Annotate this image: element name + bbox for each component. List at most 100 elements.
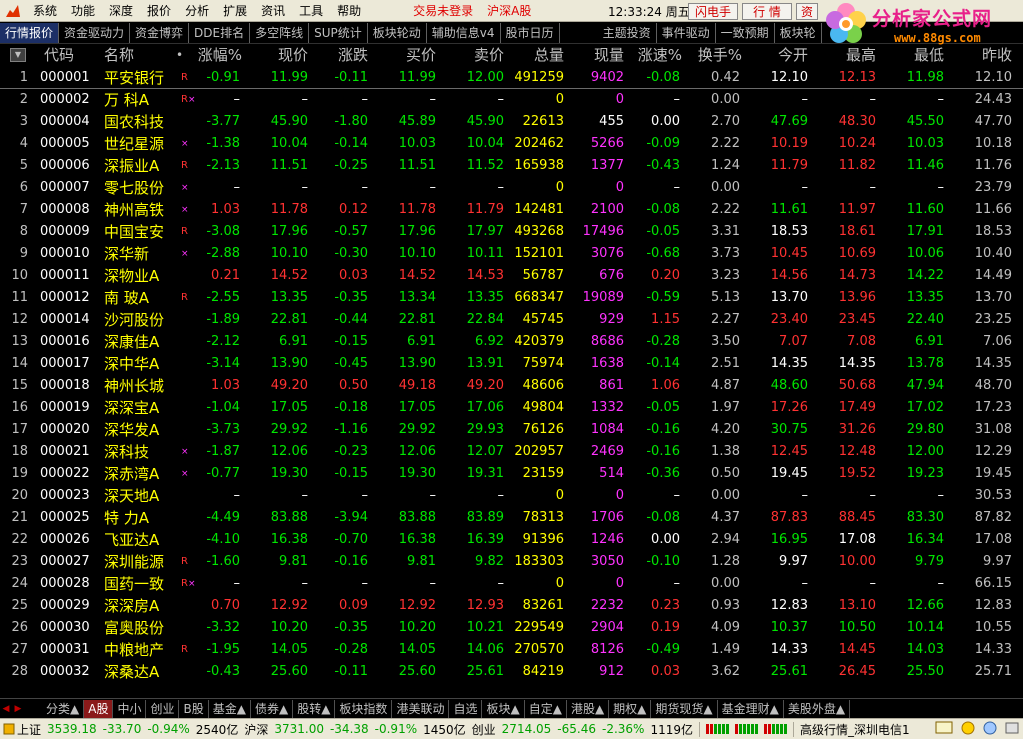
menu-tools[interactable]: 工具 [292,2,330,19]
cat-bond[interactable]: 债券▲ [251,699,294,718]
table-row[interactable]: 17 000020 深华发A -3.73 29.92 -1.16 29.92 29.93 761… [0,419,1023,441]
table-row[interactable]: 28 000032 深桑达A -0.43 25.60 -0.11 25.60 25.61 842… [0,661,1023,683]
cat-custom[interactable]: 自定▲ [525,699,567,718]
cat-a-shares[interactable]: A股 [84,699,114,718]
menu-system[interactable]: 系统 [26,2,64,19]
tab-sector-rotation-2[interactable]: 板块轮 [775,22,822,43]
tab-quotes[interactable]: 行情报价 [0,22,60,43]
cat-sme[interactable]: 中小 [113,699,147,718]
cat-options[interactable]: 期权▲ [609,699,652,718]
menu-depth[interactable]: 深度 [102,2,140,19]
alert-icon[interactable] [961,721,975,738]
table-row[interactable]: 24 000028 国药一致 R× – – – – –0 0–0.00– – –66.15 [0,573,1023,595]
cat-us-foreign[interactable]: 美股外盘▲ [784,699,851,718]
cat-futures[interactable]: 期货现货▲ [651,699,718,718]
sort-dropdown-icon[interactable]: ▼ [10,48,26,62]
cat-sector-index[interactable]: 板块指数 [335,699,393,718]
header-current-volume[interactable]: 现量 [570,44,624,67]
table-row[interactable]: 2 000002 万 科A R× – – – – –0 0–0.00– – –24.43 [0,89,1023,111]
table-row[interactable]: 23 000027 深圳能源 R -1.60 9.81 -0.16 9.81 9.82 18330… [0,551,1023,573]
cat-fund-finance[interactable]: 基金理财▲ [718,699,784,718]
market-selector[interactable]: 沪深A股 [480,2,538,19]
table-row[interactable]: 13 000016 深康佳A -2.12 6.91 -0.15 6.91 6.92 420379… [0,331,1023,353]
table-row[interactable]: 16 000019 深深宝A -1.04 17.05 -0.18 17.05 17.06 498… [0,397,1023,419]
tab-theme-invest[interactable]: 主题投资 [598,22,657,43]
table-row[interactable]: 7 000008 神州高铁 × 1.03 11.78 0.12 11.78 11.79 14248… [0,199,1023,221]
table-row[interactable]: 6 000007 零七股份 × – – – – – 0 0 – 0.00 – – – 23.79 [0,177,1023,199]
table-row[interactable]: 8 000009 中国宝安 R -3.08 17.96 -0.57 17.96 17.97 493… [0,221,1023,243]
cat-b-shares[interactable]: B股 [179,699,209,718]
cat-hk-stocks[interactable]: 港股▲ [567,699,610,718]
next-arrow-icon[interactable]: ▶ [12,701,24,717]
table-row[interactable]: 10 000011 深物业A 0.21 14.52 0.03 14.52 14.53 56787… [0,265,1023,287]
tab-dde-rank[interactable]: DDE排名 [189,22,251,43]
trade-login-status[interactable]: 交易未登录 [406,2,480,19]
tab-sector-rotation[interactable]: 板块轮动 [368,22,427,43]
header-change-pct[interactable]: 涨幅% [190,44,242,67]
table-row[interactable]: 20 000023 深天地A – – – – – 0 0 – 0.00 – – – 30.53 [0,485,1023,507]
table-row[interactable]: 27 000031 中粮地产 R -1.95 14.05 -0.28 14.05 14.06 27… [0,639,1023,661]
menu-extend[interactable]: 扩展 [216,2,254,19]
tab-consensus[interactable]: 一致预期 [716,22,775,43]
menu-news[interactable]: 资讯 [254,2,292,19]
table-row[interactable]: 14 000017 深中华A -3.14 13.90 -0.45 13.90 13.91 759… [0,353,1023,375]
header-code[interactable]: 代码 [44,44,74,67]
cy-index-label[interactable]: 创业 [469,721,499,738]
header-change[interactable]: 涨跌 [314,44,368,67]
tab-capital-drive[interactable]: 资金驱动力 [59,22,131,43]
cat-hk-us-link[interactable]: 港美联动 [392,699,450,718]
header-prev-close[interactable]: 昨收 [950,44,1012,67]
table-row[interactable]: 19 000022 深赤湾A × -0.77 19.30 -0.15 19.30 19.31 23… [0,463,1023,485]
table-row[interactable]: 4 000005 世纪星源 × -1.38 10.04 -0.14 10.03 10.04 202… [0,133,1023,155]
header-speed[interactable]: 涨速% [626,44,682,67]
settings-icon[interactable] [983,721,997,738]
cat-sector[interactable]: 板块▲ [482,699,525,718]
cat-classify[interactable]: 分类▲ [42,699,85,718]
table-row[interactable]: 26 000030 富奥股份 -3.32 10.20 -0.35 10.20 10.21 229… [0,617,1023,639]
table-row[interactable]: 12 000014 沙河股份 -1.89 22.81 -0.44 22.81 22.84 457… [0,309,1023,331]
table-row[interactable]: 11 000012 南 玻A R -2.55 13.35 -0.35 13.34 13.35 66… [0,287,1023,309]
header-price[interactable]: 现价 [246,44,308,67]
cat-watchlist[interactable]: 自选 [449,699,483,718]
menu-quote[interactable]: 报价 [140,2,178,19]
cat-neeq[interactable]: 股转▲ [293,699,336,718]
window-icon[interactable] [1005,721,1019,738]
header-low[interactable]: 最低 [882,44,944,67]
server-name[interactable]: 高级行情_深圳电信1 [797,721,913,738]
tab-aux-info[interactable]: 辅助信息v4 [427,22,501,43]
table-row[interactable]: 1 000001 平安银行 R -0.91 11.99 -0.11 11.99 12.00 491… [0,67,1023,89]
cat-chinext[interactable]: 创业 [146,699,180,718]
cat-fund[interactable]: 基金▲ [209,699,251,718]
sz-index-label[interactable]: 沪深 [241,721,271,738]
table-row[interactable]: 18 000021 深科技 × -1.87 12.06 -0.23 12.06 12.07 202… [0,441,1023,463]
tab-market-calendar[interactable]: 股市日历 [501,22,560,43]
header-open[interactable]: 今开 [746,44,808,67]
sh-index-label[interactable]: 上证 [0,721,44,738]
cell-low: 13.78 [906,356,944,371]
table-row[interactable]: 25 000029 深深房A 0.70 12.92 0.09 12.92 12.93 83261… [0,595,1023,617]
table-row[interactable]: 3 000004 国农科技 -3.77 45.90 -1.80 45.89 45.90 2261… [0,111,1023,133]
prev-arrow-icon[interactable]: ◀ [0,701,12,717]
table-row[interactable]: 22 000026 飞亚达A -4.10 16.38 -0.70 16.38 16.39 913… [0,529,1023,551]
header-name[interactable]: 名称 [104,44,134,67]
tab-bull-bear[interactable]: 多空阵线 [250,22,310,43]
header-ask[interactable]: 卖价 [440,44,504,67]
tab-sup-stats[interactable]: SUP统计 [309,22,368,43]
header-volume[interactable]: 总量 [506,44,564,67]
tab-event-drive[interactable]: 事件驱动 [657,22,716,43]
quote-button[interactable]: 行 情 [742,3,792,20]
header-bid[interactable]: 买价 [374,44,436,67]
table-row[interactable]: 15 000018 神州长城 1.03 49.20 0.50 49.18 49.20 48606… [0,375,1023,397]
info-button[interactable]: 资 [796,3,818,20]
table-row[interactable]: 5 000006 深振业A R -2.13 11.51 -0.25 11.51 11.52 165… [0,155,1023,177]
table-row[interactable]: 9 000010 深华新 × -2.88 10.10 -0.30 10.10 10.11 1521… [0,243,1023,265]
menu-help[interactable]: 帮助 [330,2,368,19]
header-turnover[interactable]: 换手% [686,44,742,67]
header-high[interactable]: 最高 [814,44,876,67]
table-row[interactable]: 21 000025 特 力A -4.49 83.88 -3.94 83.88 83.89 783… [0,507,1023,529]
menu-analysis[interactable]: 分析 [178,2,216,19]
tab-capital-game[interactable]: 资金博弈 [130,22,190,43]
menu-function[interactable]: 功能 [64,2,102,19]
chat-icon[interactable] [935,721,953,737]
flash-trade-button[interactable]: 闪电手 [688,3,738,20]
